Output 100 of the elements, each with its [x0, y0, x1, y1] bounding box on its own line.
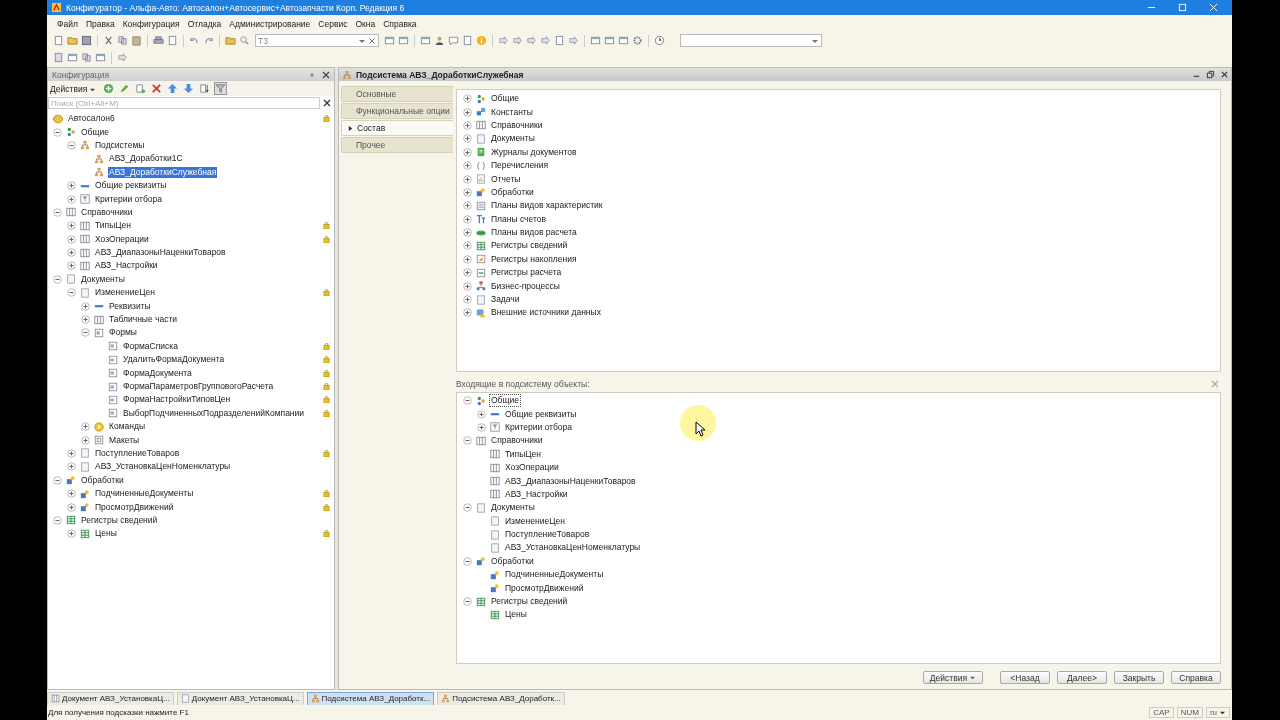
- tree-item[interactable]: Планы видов характеристик: [490, 200, 604, 212]
- expand-toggle[interactable]: [81, 422, 90, 432]
- scissors-icon[interactable]: [103, 35, 114, 46]
- expand-toggle[interactable]: [67, 194, 76, 204]
- collapse-toggle[interactable]: [67, 140, 76, 150]
- window-icon[interactable]: [618, 35, 629, 46]
- dialog-button[interactable]: Закрыть: [1114, 671, 1164, 684]
- tree-item[interactable]: Команды: [108, 421, 146, 433]
- printer-icon[interactable]: [153, 35, 164, 46]
- window-icon[interactable]: [398, 35, 409, 46]
- tree-item[interactable]: Цены: [94, 528, 118, 540]
- expand-toggle[interactable]: [463, 134, 472, 144]
- window-icon[interactable]: [590, 35, 601, 46]
- menu-item[interactable]: Администрирование: [229, 18, 311, 29]
- undo-icon[interactable]: [189, 35, 200, 46]
- tree-item[interactable]: Документы: [490, 502, 536, 514]
- tree-item[interactable]: АВЗ_УстановкаЦенНоменклатуры: [504, 542, 642, 554]
- expand-toggle[interactable]: [81, 435, 90, 445]
- tree-item[interactable]: Реквизиты: [108, 300, 152, 312]
- dialog-button[interactable]: Справка: [1171, 671, 1221, 684]
- dialog-button[interactable]: <Назад: [1000, 671, 1050, 684]
- menu-item[interactable]: Справка: [383, 18, 417, 29]
- up-icon[interactable]: [167, 83, 179, 94]
- window-icon[interactable]: [67, 52, 78, 63]
- menu-item[interactable]: Файл: [57, 18, 78, 29]
- expand-toggle[interactable]: [463, 107, 472, 117]
- search-icon[interactable]: [239, 35, 250, 46]
- preview-icon[interactable]: [167, 35, 178, 46]
- tree-item[interactable]: Обработки: [490, 555, 535, 567]
- tree-item[interactable]: Общие: [80, 126, 110, 138]
- copy-icon[interactable]: [81, 52, 92, 63]
- tree-item[interactable]: Цены: [504, 609, 528, 621]
- collapse-toggle[interactable]: [463, 597, 472, 607]
- expand-toggle[interactable]: [463, 214, 472, 224]
- close-icon[interactable]: [1220, 70, 1229, 79]
- tree-item[interactable]: ТипыЦен: [94, 220, 132, 232]
- search-field[interactable]: Поиск (Ctrl+Alt+M): [48, 97, 320, 109]
- tree-item[interactable]: Справочники: [490, 435, 544, 447]
- down-icon[interactable]: [183, 83, 195, 94]
- expand-toggle[interactable]: [67, 261, 76, 271]
- tree-item[interactable]: Табличные части: [108, 314, 179, 326]
- expand-toggle[interactable]: [463, 308, 472, 318]
- tree-item[interactable]: Документы: [490, 133, 536, 145]
- tree-item[interactable]: Внешние источники данных: [490, 307, 602, 319]
- tree-item[interactable]: ВыборПодчиненныхПодразделенийКомпании: [122, 407, 306, 419]
- tree-item[interactable]: Подсистемы: [94, 139, 146, 151]
- tree-item[interactable]: ПодчиненныеДокументы: [94, 488, 195, 500]
- expand-toggle[interactable]: [463, 201, 472, 211]
- tree-item[interactable]: Общие реквизиты: [504, 408, 578, 420]
- tree-item[interactable]: Общие: [490, 93, 520, 105]
- copy-icon[interactable]: [117, 35, 128, 46]
- dialog-button[interactable]: Далее>: [1057, 671, 1107, 684]
- window-icon[interactable]: [420, 35, 431, 46]
- collapse-toggle[interactable]: [81, 328, 90, 338]
- tree-item[interactable]: Регистры расчета: [490, 267, 563, 279]
- tree-item[interactable]: АВЗ_ДиапазоныНаценкиТоваров: [94, 247, 227, 259]
- tree-item[interactable]: Справочники: [490, 119, 544, 131]
- expand-toggle[interactable]: [81, 301, 90, 311]
- person-icon[interactable]: [434, 35, 445, 46]
- pencil-icon[interactable]: [119, 83, 131, 94]
- side-tab[interactable]: Основные: [341, 86, 453, 102]
- tree-item[interactable]: ФормаДокумента: [122, 367, 193, 379]
- tree-item[interactable]: ПодчиненныеДокументы: [504, 569, 605, 581]
- menu-item[interactable]: Конфигурация: [122, 18, 180, 29]
- copy-icon[interactable]: [135, 83, 147, 94]
- tree-item[interactable]: Отчеты: [490, 173, 522, 185]
- tree-item[interactable]: Задачи: [490, 294, 521, 306]
- tree-item[interactable]: ПоступлениеТоваров: [504, 529, 591, 541]
- tree-item[interactable]: Бизнес-процессы: [490, 280, 561, 292]
- collapse-toggle[interactable]: [463, 396, 472, 406]
- expand-toggle[interactable]: [67, 448, 76, 458]
- tree-item[interactable]: Общие реквизиты: [94, 180, 168, 192]
- filter-icon[interactable]: [215, 83, 227, 94]
- caret-icon[interactable]: [969, 674, 976, 681]
- expand-toggle[interactable]: [67, 489, 76, 499]
- expand-toggle[interactable]: [67, 181, 76, 191]
- window-tab[interactable]: Подсистема АВЗ_Доработк...: [306, 691, 435, 706]
- expand-toggle[interactable]: [67, 502, 76, 512]
- tree-item[interactable]: УдалитьФормаДокумента: [122, 354, 226, 366]
- tree-item[interactable]: ПросмотрДвижений: [504, 582, 585, 594]
- clear-icon[interactable]: [323, 99, 331, 107]
- window-icon[interactable]: [95, 52, 106, 63]
- combo-field[interactable]: [680, 34, 822, 47]
- dialog-button[interactable]: Действия: [922, 671, 983, 684]
- expand-toggle[interactable]: [477, 409, 486, 419]
- tree-item[interactable]: Регистры сведений: [490, 596, 569, 608]
- collapse-toggle[interactable]: [463, 503, 472, 513]
- expand-toggle[interactable]: [463, 187, 472, 197]
- tree-item[interactable]: АВЗ_УстановкаЦенНоменклатуры: [94, 461, 232, 473]
- side-tab[interactable]: Прочее: [341, 137, 453, 153]
- redo-icon[interactable]: [203, 35, 214, 46]
- tree-item[interactable]: АВЗ_Настройки: [94, 260, 159, 272]
- tree-item[interactable]: ФормаНастройкиТиповЦен: [122, 394, 232, 406]
- tree-item[interactable]: Планы видов расчета: [490, 227, 578, 239]
- tree-item[interactable]: АВЗ_Настройки: [504, 488, 569, 500]
- collapse-toggle[interactable]: [53, 515, 62, 525]
- tree-item[interactable]: ПоступлениеТоваров: [94, 447, 181, 459]
- tree-item[interactable]: Регистры сведений: [80, 514, 159, 526]
- collapse-toggle[interactable]: [463, 436, 472, 446]
- tree-item[interactable]: ПросмотрДвижений: [94, 501, 175, 513]
